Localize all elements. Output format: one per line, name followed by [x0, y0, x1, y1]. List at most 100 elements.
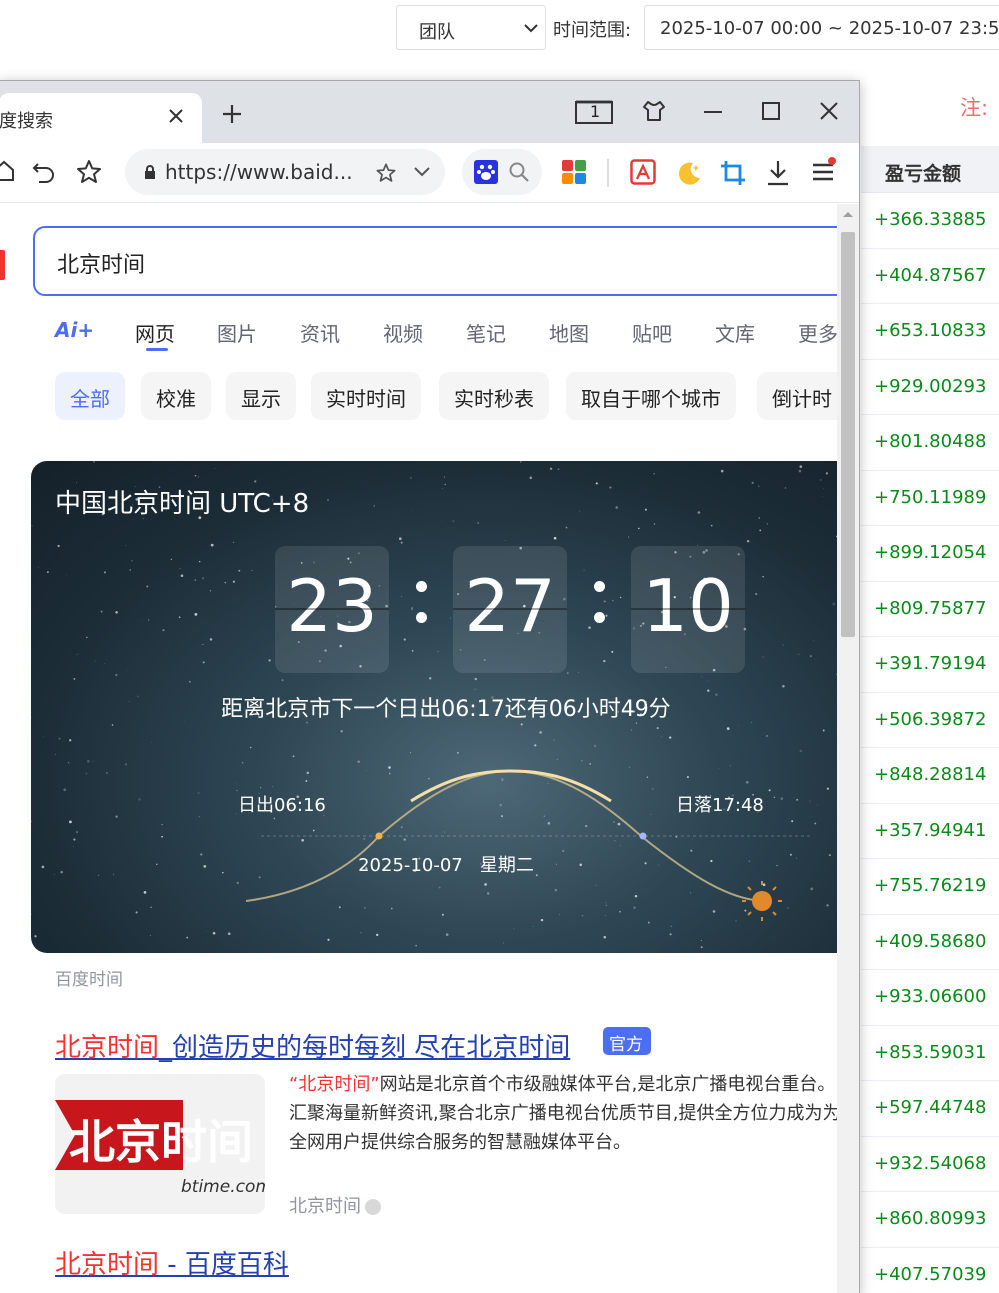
search-tab[interactable]: 贴吧 [632, 318, 672, 347]
browser-window: 度搜索 1 https://www.baid... 北京时间 Ai+ 网页 图片… [0, 80, 860, 1293]
search-tab[interactable]: 更多 [798, 318, 837, 347]
pdf-icon[interactable] [630, 159, 656, 185]
result-1-title-link[interactable]: 北京时间_创造历史的每时每刻 尽在北京时间 [55, 1027, 570, 1064]
page-scrollbar[interactable] [837, 204, 859, 1293]
crop-screenshot-icon[interactable] [719, 159, 747, 187]
search-icon [509, 162, 529, 182]
profit-row: +407.57039 [861, 1248, 999, 1293]
home-icon[interactable] [0, 158, 15, 184]
filter-chip[interactable]: 显示 [226, 372, 296, 420]
sunrise-label: 日出06:16 [238, 795, 326, 816]
search-input[interactable]: 北京时间 [33, 226, 837, 296]
hours-card: 23 [275, 546, 389, 673]
profit-value: +407.57039 [874, 1263, 987, 1285]
search-tab[interactable]: 网页 [135, 318, 175, 347]
card-title: 中国北京时间 UTC+8 [55, 489, 310, 519]
close-window-icon[interactable] [817, 99, 841, 123]
night-mode-icon[interactable] [675, 159, 703, 187]
team-select-value: 团队 [419, 22, 455, 43]
time-range-picker[interactable]: 2025-10-07 00:00 ~ 2025-10-07 23:59 [644, 5, 999, 50]
filter-chip[interactable]: 全部 [55, 372, 125, 420]
profit-value: +366.33885 [874, 209, 987, 230]
new-tab-icon[interactable] [221, 103, 243, 125]
minimize-icon[interactable] [701, 99, 725, 123]
apps-grid-icon[interactable] [561, 159, 587, 185]
search-tab[interactable]: 资讯 [300, 318, 340, 347]
colon-separator [416, 581, 428, 631]
filter-chip[interactable]: 实时秒表 [439, 372, 549, 420]
filter-chip[interactable]: 实时时间 [311, 372, 421, 420]
result-1-site[interactable]: 北京时间 [289, 1192, 381, 1218]
profit-row: +801.80488 [861, 415, 999, 471]
profit-value: +653.10833 [874, 320, 987, 341]
scroll-up-arrow-icon[interactable] [842, 210, 854, 218]
ai-search-button[interactable]: Ai+ [55, 318, 94, 342]
search-tab[interactable]: 地图 [549, 318, 589, 347]
btime-logo: 北京时间 btime.com [55, 1074, 265, 1214]
search-query: 北京时间 [57, 253, 146, 278]
profit-row: +357.94941 [861, 804, 999, 859]
browser-tab-active[interactable]: 度搜索 [0, 93, 202, 143]
btime-logo-sub: btime.com [181, 1177, 265, 1197]
tab-counter-value: 1 [590, 102, 601, 121]
lock-icon [145, 165, 155, 179]
sunset-label: 日落17:48 [676, 795, 764, 816]
screen: 团队 时间范围: 2025-10-07 00:00 ~ 2025-10-07 2… [0, 0, 999, 1293]
profit-row: +899.12054 [861, 526, 999, 582]
search-tab[interactable]: 笔记 [466, 318, 506, 347]
profit-value: +597.44748 [874, 1097, 987, 1118]
search-tab[interactable]: 文库 [715, 318, 755, 347]
filter-chip[interactable]: 取自于哪个城市 [566, 372, 736, 420]
profit-value: +506.39872 [874, 708, 987, 730]
profit-value: +750.11989 [874, 486, 987, 508]
result-1-title-rest: _创造历史的每时每刻 尽在北京时间 [159, 1033, 571, 1063]
profit-value: +853.59031 [874, 1041, 987, 1063]
address-bar[interactable]: https://www.baid... [125, 149, 445, 195]
profit-value: +409.58680 [874, 930, 987, 952]
url-dropdown-icon[interactable] [413, 165, 431, 179]
sunrise-countdown: 距离北京市下一个日出06:17还有06小时49分 [221, 697, 671, 722]
undo-icon[interactable] [31, 158, 57, 184]
profit-row: +391.79194 [861, 637, 999, 693]
download-icon[interactable] [765, 159, 791, 187]
result-2-title-link[interactable]: 北京时间 - 百度百科 [55, 1244, 289, 1281]
search-engine-pill[interactable] [462, 149, 542, 195]
profit-value: +357.94941 [874, 819, 987, 841]
official-badge: 官方 [603, 1027, 651, 1055]
profit-column-header: 盈亏金额 [861, 146, 999, 193]
profit-value: +860.80993 [874, 1208, 987, 1229]
menu-icon[interactable] [810, 157, 838, 185]
chevron-down-icon [524, 24, 538, 33]
profit-table: 盈亏金额 +366.33885 +404.87567 +653.10833 +929.… [861, 146, 999, 1293]
search-results-page: 北京时间 Ai+ 网页 图片 资讯 视频 笔记 地图 贴吧 文库 更多 全部 校准 显示 实时时间 实时… [0, 204, 837, 1293]
url-text: https://www.baid... [165, 160, 353, 184]
result-1-thumbnail[interactable]: 北京时间 btime.com [55, 1074, 265, 1214]
team-select[interactable]: 团队 [396, 5, 546, 50]
filter-chip[interactable]: 校准 [141, 372, 211, 420]
profit-row: +506.39872 [861, 693, 999, 748]
profit-value: +933.06600 [874, 986, 987, 1007]
favorite-star-icon[interactable] [375, 162, 397, 184]
profit-value: +899.12054 [874, 542, 987, 563]
search-tab[interactable]: 图片 [217, 318, 257, 347]
profit-row: +809.75877 [861, 582, 999, 637]
result-1-site-name: 北京时间 [289, 1196, 361, 1217]
search-tab[interactable]: 视频 [383, 318, 423, 347]
time-range-value: 2025-10-07 00:00 ~ 2025-10-07 23:59 [660, 18, 999, 39]
close-tab-icon[interactable] [167, 107, 185, 125]
seconds-card: 10 [631, 546, 745, 673]
maximize-icon[interactable] [759, 99, 783, 123]
skin-icon[interactable] [641, 99, 667, 123]
profit-value: +404.87567 [874, 264, 987, 286]
profit-row: +404.87567 [861, 249, 999, 304]
tab-counter-icon[interactable]: 1 [575, 99, 613, 125]
sunset-dot [639, 832, 647, 840]
bookmark-star-icon[interactable] [75, 158, 103, 186]
filter-chip[interactable]: 倒计时 [757, 372, 837, 420]
scrollbar-thumb[interactable] [841, 232, 855, 637]
btime-logo-text: 北京时间 [69, 1115, 253, 1169]
sunrise-dot [375, 832, 383, 840]
profit-value: +755.76219 [874, 875, 987, 896]
tab-bar: 度搜索 1 [0, 81, 859, 143]
colon-separator [594, 581, 606, 631]
